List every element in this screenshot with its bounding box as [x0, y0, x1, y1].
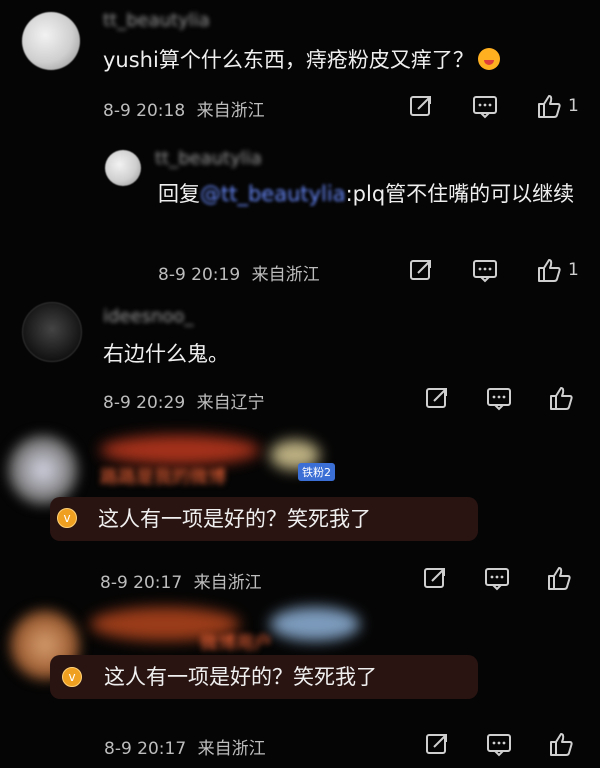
share-button[interactable] [424, 731, 450, 757]
thumbs-up-icon [550, 733, 573, 756]
comment-icon [473, 260, 497, 283]
like-button[interactable] [548, 731, 574, 757]
location: 来自浙江 [196, 101, 265, 121]
comment-actions: 1 [408, 257, 579, 283]
like-button[interactable]: 1 [536, 257, 579, 283]
timestamp: 8-9 20:19 [158, 265, 241, 285]
comment-actions [424, 731, 574, 757]
timestamp: 8-9 20:18 [103, 101, 186, 121]
like-button[interactable] [548, 385, 574, 411]
comment-actions [422, 565, 572, 591]
location: 来自浙江 [193, 573, 262, 593]
username[interactable]: tt_beautylia [103, 10, 210, 31]
reply-prefix: 回复 [158, 182, 200, 206]
like-count: 1 [568, 260, 579, 280]
like-count: 1 [568, 96, 579, 116]
avatar[interactable] [22, 302, 82, 362]
share-icon [410, 96, 431, 116]
username[interactable]: 路路是我的微博 [100, 463, 226, 489]
timestamp: 8-9 20:17 [104, 739, 187, 759]
location: 来自浙江 [197, 739, 266, 759]
share-icon [426, 734, 447, 754]
emoji-icon [477, 48, 500, 70]
comment-button[interactable] [472, 93, 498, 119]
mention-link[interactable]: @tt_beautylia [200, 182, 346, 206]
share-button[interactable] [422, 565, 448, 591]
avatar[interactable] [8, 435, 78, 505]
comment-meta: 8-9 20:17 来自浙江 [100, 568, 262, 593]
reply-item: tt_beautylia 回复@tt_beautylia:plq管不住嘴的可以继… [0, 130, 600, 290]
comment-button[interactable] [484, 565, 510, 591]
share-icon [426, 388, 447, 408]
comment-text: 这人有一项是好的？笑死我了 [98, 507, 371, 531]
avatar[interactable] [22, 12, 80, 70]
comment-item: ideesnoo_ 右边什么鬼。 8-9 20:29 来自辽宁 [0, 290, 600, 420]
comment-text: 右边什么鬼。 [103, 342, 229, 366]
username[interactable]: tt_beautylia [155, 148, 262, 169]
location: 来自浙江 [251, 265, 320, 285]
thumbs-up-icon [550, 387, 573, 410]
share-button[interactable] [424, 385, 450, 411]
avatar[interactable] [105, 150, 141, 186]
like-button[interactable]: 1 [536, 93, 579, 119]
comment-icon [473, 96, 497, 119]
comment-text: 回复@tt_beautylia:plq管不住嘴的可以继续 [158, 182, 575, 206]
comment-icon [487, 388, 511, 411]
comment-item: 路路是我的微博 铁粉2 v 这人有一项是好的？笑死我了 8-9 20:17 来自… [0, 425, 600, 595]
like-button[interactable] [546, 565, 572, 591]
timestamp: 8-9 20:29 [103, 393, 186, 413]
comment-text: yushi算个什么东西，痔疮粉皮又痒了？ [103, 44, 500, 76]
thumbs-up-icon [548, 567, 571, 590]
username[interactable]: 微博用户 [200, 629, 272, 655]
comment-actions [424, 385, 574, 411]
fan-badge: 铁粉2 [298, 463, 335, 481]
comment-meta: 8-9 20:29 来自辽宁 [103, 388, 265, 413]
comment-button[interactable] [486, 731, 512, 757]
comment-meta: 8-9 20:19 来自浙江 [158, 260, 320, 285]
share-button[interactable] [408, 257, 434, 283]
share-button[interactable] [408, 93, 434, 119]
share-icon [410, 260, 431, 280]
comment-text: 这人有一项是好的？笑死我了 [104, 665, 377, 689]
comment-actions: 1 [408, 93, 579, 119]
username[interactable]: ideesnoo_ [103, 306, 193, 327]
thumbs-up-icon [538, 95, 561, 118]
v-badge-icon: v [57, 508, 77, 528]
location: 来自辽宁 [196, 393, 265, 413]
comment-button[interactable] [472, 257, 498, 283]
scribble-mark [270, 607, 360, 641]
share-icon [424, 568, 445, 588]
comment-meta: 8-9 20:18 来自浙江 [103, 96, 265, 121]
v-badge-icon: v [62, 667, 82, 687]
comment-button[interactable] [486, 385, 512, 411]
comment-meta: 8-9 20:17 来自浙江 [104, 734, 266, 759]
comment-item: 微博用户 v 这人有一项是好的？笑死我了 8-9 20:17 来自浙江 [0, 595, 600, 768]
timestamp: 8-9 20:17 [100, 573, 183, 593]
comment-item: tt_beautylia yushi算个什么东西，痔疮粉皮又痒了？ 8-9 20… [0, 0, 600, 140]
comment-icon [485, 568, 509, 591]
scribble-mark [100, 435, 260, 465]
comment-icon [487, 734, 511, 757]
thumbs-up-icon [538, 259, 561, 282]
